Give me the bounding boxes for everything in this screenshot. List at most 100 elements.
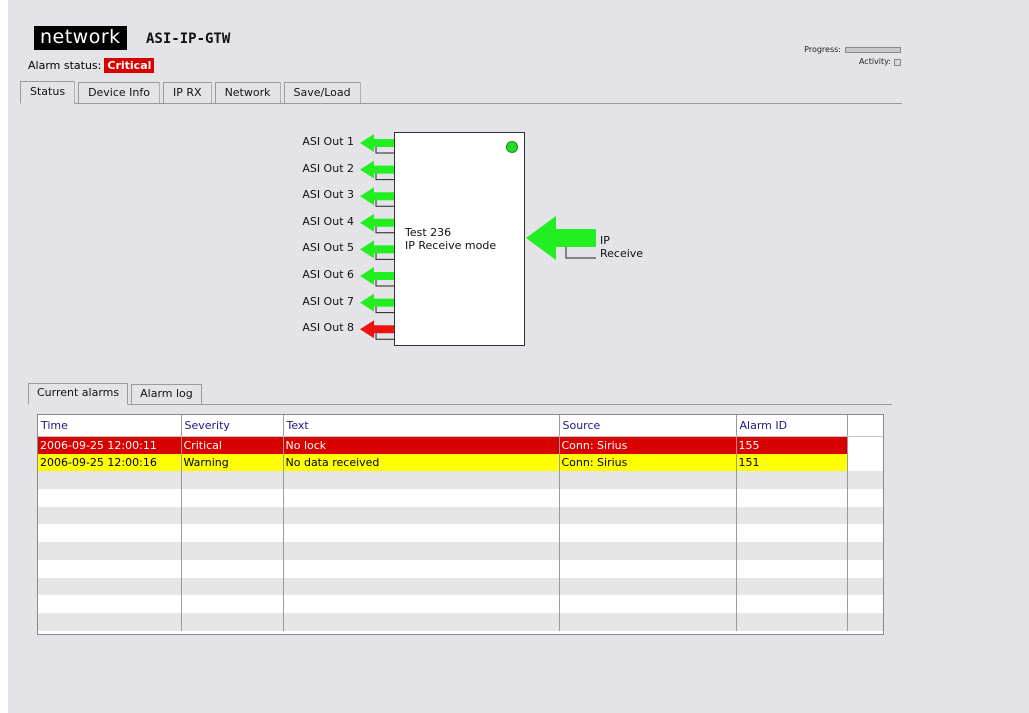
empty-cell [283,506,560,525]
asi-out-4-label[interactable]: ASI Out 4 [294,215,354,228]
empty-cell [181,471,284,490]
alarm-cell-text: No data received [283,453,560,472]
column-header-alarm-id[interactable]: Alarm ID [736,415,848,437]
empty-cell [736,471,848,490]
empty-cell [38,542,182,560]
asi-out-6-arrow [360,267,394,285]
asi-out-1-label[interactable]: ASI Out 1 [294,135,354,148]
alarm-row[interactable]: 2006-09-25 12:00:11 Critical No lock Conn: … [38,436,883,454]
empty-cell [38,524,182,543]
empty-cell [283,559,560,578]
empty-cell [847,542,883,560]
empty-cell [283,471,560,490]
empty-cell [736,559,848,578]
asi-out-5-connector [375,253,394,260]
column-header-source[interactable]: Source [559,415,737,437]
empty-cell [847,612,883,631]
empty-cell [847,471,883,490]
asi-out-7-connector [375,306,394,314]
asi-out-8-arrow [360,320,394,339]
device-status-led [506,141,518,153]
empty-cell [559,471,737,490]
asi-out-3-label[interactable]: ASI Out 3 [294,188,354,201]
empty-cell [559,595,737,613]
empty-cell [559,524,737,543]
empty-cell [283,595,560,613]
asi-out-5-label[interactable]: ASI Out 5 [294,241,354,254]
asi-out-7-arrow [360,293,394,312]
empty-row [38,612,883,631]
column-header-filler [847,415,883,437]
ip-receive-connector [565,247,596,259]
empty-cell [736,612,848,631]
empty-cell [847,577,883,596]
asi-out-7-label[interactable]: ASI Out 7 [294,295,354,308]
asi-out-4-connector [375,226,394,234]
column-header-severity[interactable]: Severity [181,415,284,437]
tab-alarm-log[interactable]: Alarm log [131,384,202,404]
column-header-text[interactable]: Text [283,415,560,437]
alarm-cell-source: Conn: Sirius [559,436,737,454]
alarm-cell-source: Conn: Sirius [559,453,737,472]
asi-out-8-connector [375,333,394,340]
empty-cell [283,577,560,596]
empty-cell [559,542,737,560]
asi-out-2-label[interactable]: ASI Out 2 [294,162,354,175]
empty-cell [736,489,848,507]
ip-receive-arrow [526,216,596,260]
empty-cell [181,489,284,507]
alarm-tabs: Current alarms Alarm log [28,383,892,405]
column-header-time[interactable]: Time [38,415,182,437]
empty-row [38,542,883,560]
empty-cell [847,506,883,525]
alarm-cell-filler [847,436,883,454]
empty-cell [847,524,883,543]
alarm-cell-severity: Warning [181,453,284,472]
asi-out-6-connector [375,280,394,287]
tab-current-alarms[interactable]: Current alarms [28,383,129,405]
empty-cell [559,612,737,631]
empty-cell [283,612,560,631]
empty-cell [181,524,284,543]
empty-cell [38,559,182,578]
empty-cell [38,595,182,613]
empty-cell [283,542,560,560]
alarm-cell-filler [847,453,883,472]
empty-cell [847,559,883,578]
asi-out-1-connector [375,147,394,154]
empty-cell [38,471,182,490]
app-window: network ASI-IP-GTW Alarm status: Critica… [8,0,1029,713]
empty-cell [38,612,182,631]
device-box[interactable]: Test 236 IP Receive mode [394,132,525,346]
empty-cell [38,577,182,596]
ip-receive-label: IP Receive [600,234,644,260]
device-name-line1: Test 236 [405,226,452,239]
empty-cell [559,489,737,507]
alarm-row[interactable]: 2006-09-25 12:00:16 Warning No data receiv… [38,453,883,472]
alarm-cell-alarm-id: 155 [736,436,848,454]
asi-out-6-label[interactable]: ASI Out 6 [294,268,354,281]
empty-cell [283,489,560,507]
empty-cell [847,489,883,507]
asi-out-1-arrow [360,134,394,152]
empty-cell [181,506,284,525]
empty-row [38,577,883,596]
empty-cell [38,506,182,525]
empty-row [38,595,883,613]
empty-cell [181,542,284,560]
alarm-cell-severity: Critical [181,436,284,454]
asi-out-8-label[interactable]: ASI Out 8 [294,321,354,334]
alarm-cell-alarm-id: 151 [736,453,848,472]
empty-cell [736,506,848,525]
empty-cell [38,489,182,507]
empty-cell [181,559,284,578]
empty-cell [181,595,284,613]
empty-row [38,471,883,490]
asi-out-5-arrow [360,240,394,259]
empty-cell [559,559,737,578]
alarm-table-header: Time Severity Text Source Alarm ID [38,415,883,437]
empty-cell [559,506,737,525]
empty-cell [736,595,848,613]
empty-cell [847,595,883,613]
alarm-table: Time Severity Text Source Alarm ID 2006-09-2… [37,414,884,635]
